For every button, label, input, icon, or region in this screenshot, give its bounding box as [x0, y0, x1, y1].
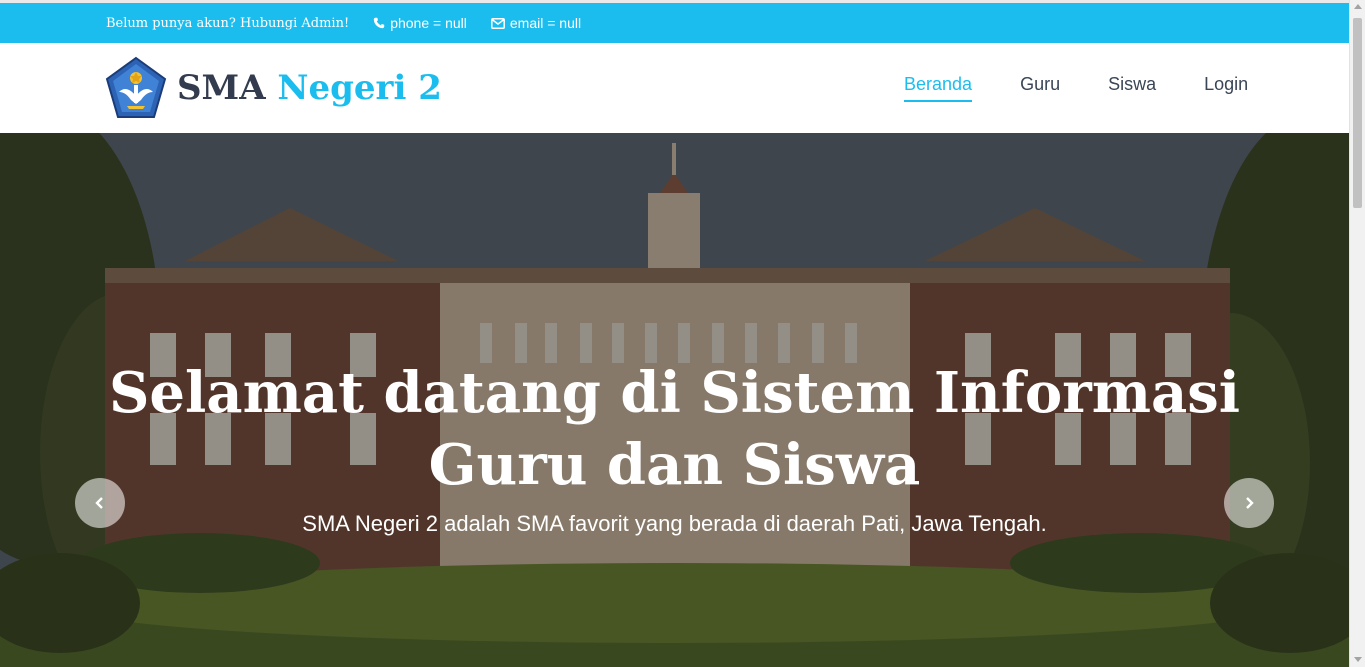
nav-item-beranda[interactable]: Beranda — [904, 74, 973, 102]
phone-contact: phone = null — [373, 15, 467, 31]
phone-icon — [373, 17, 385, 29]
chevron-right-icon — [1246, 497, 1254, 509]
hero-title-line1: Selamat datang di Sistem Informasi — [108, 360, 1241, 426]
scrollbar-thumb[interactable] — [1353, 18, 1362, 208]
hero-carousel: Selamat datang di Sistem Informasi Guru … — [0, 133, 1349, 667]
hero-subtitle: SMA Negeri 2 adalah SMA favorit yang ber… — [302, 511, 1047, 536]
register-hint: Belum punya akun? Hubungi Admin! — [106, 15, 350, 31]
nav-item-login[interactable]: Login — [1204, 74, 1248, 102]
carousel-prev-button[interactable] — [75, 478, 125, 528]
scroll-down-icon[interactable] — [1354, 657, 1362, 662]
scroll-up-icon[interactable] — [1354, 4, 1362, 9]
school-emblem-icon — [105, 56, 167, 118]
site-header: SMA Negeri 2 Beranda Guru Siswa Login — [0, 43, 1349, 133]
brand-name: SMA Negeri 2 — [177, 68, 442, 108]
phone-text: phone = null — [390, 15, 467, 31]
envelope-icon — [490, 17, 505, 29]
page-scrollbar[interactable] — [1349, 0, 1365, 667]
hero-title-line2: Guru dan Siswa — [428, 432, 921, 498]
nav-item-siswa[interactable]: Siswa — [1108, 74, 1156, 102]
top-info-bar: Belum punya akun? Hubungi Admin! phone =… — [0, 0, 1349, 43]
brand-name-part2: Negeri 2 — [277, 68, 442, 108]
brand-name-part1: SMA — [177, 68, 266, 108]
hero-title: Selamat datang di Sistem Informasi Guru … — [0, 357, 1349, 501]
brand-logo[interactable]: SMA Negeri 2 — [105, 56, 442, 120]
email-text: email = null — [509, 15, 582, 31]
top-info-bar-content: Belum punya akun? Hubungi Admin! phone =… — [106, 3, 581, 43]
nav-item-guru[interactable]: Guru — [1020, 74, 1060, 102]
email-contact: email = null — [490, 15, 582, 31]
chevron-left-icon — [95, 497, 103, 509]
carousel-next-button[interactable] — [1224, 478, 1274, 528]
main-nav: Beranda Guru Siswa Login — [904, 43, 1248, 133]
